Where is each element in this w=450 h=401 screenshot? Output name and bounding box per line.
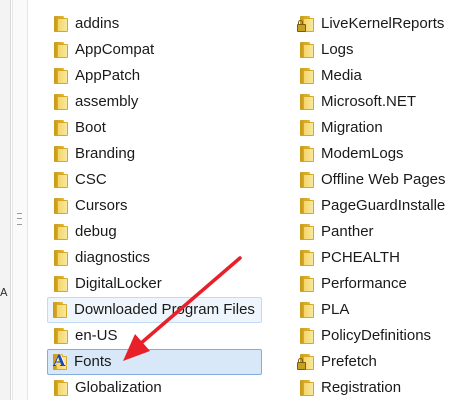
folder-name: Downloaded Program Files — [74, 301, 255, 318]
folder-icon — [54, 328, 68, 344]
folder-item-csc[interactable]: CSC — [48, 167, 262, 193]
folder-item-en-us[interactable]: en-US — [48, 323, 262, 349]
folder-icon — [300, 276, 314, 292]
fonts-folder-icon: A — [53, 351, 67, 370]
folder-icon — [300, 302, 314, 318]
folder-item-digitallocker[interactable]: DigitalLocker — [48, 271, 262, 297]
folder-item-performance[interactable]: Performance — [294, 271, 450, 297]
folder-name: debug — [75, 223, 117, 240]
folder-icon — [54, 42, 68, 58]
folder-icon — [54, 16, 68, 32]
folder-name: en-US — [75, 327, 118, 344]
folder-item-modemlogs[interactable]: ModemLogs — [294, 141, 450, 167]
folder-name: addins — [75, 15, 120, 32]
folder-icon — [54, 276, 68, 292]
navigation-pane[interactable]: A — [0, 0, 11, 400]
folder-item-diagnostics[interactable]: diagnostics — [48, 245, 262, 271]
folder-item-registration[interactable]: Registration — [294, 375, 450, 401]
folder-item-pla[interactable]: PLA — [294, 297, 450, 323]
folder-icon — [300, 120, 314, 136]
folder-icon — [300, 250, 314, 266]
folder-item-globalization[interactable]: Globalization — [48, 375, 262, 401]
folder-item-media[interactable]: Media — [294, 63, 450, 89]
folder-name: Performance — [321, 275, 407, 292]
folder-name: PageGuardInstalle — [321, 197, 446, 214]
folder-item-debug[interactable]: debug — [48, 219, 262, 245]
folder-item-migration[interactable]: Migration — [294, 115, 450, 141]
folder-item-offline-web-pages[interactable]: Offline Web Pages — [294, 167, 450, 193]
folder-name: CSC — [75, 171, 107, 188]
folder-name: diagnostics — [75, 249, 151, 266]
folder-item-fonts[interactable]: A Fonts — [47, 349, 262, 375]
folder-icon — [300, 172, 314, 188]
folder-item-panther[interactable]: Panther — [294, 219, 450, 245]
folder-item-assembly[interactable]: assembly — [48, 89, 262, 115]
folder-icon — [300, 224, 314, 240]
folder-item-appcompat[interactable]: AppCompat — [48, 37, 262, 63]
folder-item-microsoft-net[interactable]: Microsoft.NET — [294, 89, 450, 115]
folder-icon — [54, 68, 68, 84]
folder-name: Media — [321, 67, 362, 84]
folder-name: Globalization — [75, 379, 162, 396]
folder-name: PCHEALTH — [321, 249, 400, 266]
folder-name: LiveKernelReports — [321, 15, 445, 32]
folder-item-boot[interactable]: Boot — [48, 115, 262, 141]
folder-item-pchealth[interactable]: PCHEALTH — [294, 245, 450, 271]
folder-name: Offline Web Pages — [321, 171, 446, 188]
folder-name: Branding — [75, 145, 136, 162]
folder-name: Registration — [321, 379, 402, 396]
folder-icon — [54, 94, 68, 110]
folder-icon — [54, 224, 68, 240]
folder-item-pageguardinstalle[interactable]: PageGuardInstalle — [294, 193, 450, 219]
folder-name: Fonts — [74, 353, 112, 370]
folder-name: Panther — [321, 223, 374, 240]
nav-pane-glyph: A — [0, 286, 8, 299]
folder-name: assembly — [75, 93, 139, 110]
folder-item-logs[interactable]: Logs — [294, 37, 450, 63]
folder-item-livekernelreports[interactable]: LiveKernelReports — [294, 11, 450, 37]
folder-icon — [300, 68, 314, 84]
folder-icon — [300, 42, 314, 58]
folder-icon — [300, 146, 314, 162]
folder-name: AppPatch — [75, 67, 141, 84]
folder-item-downloaded-program-files[interactable]: Downloaded Program Files — [47, 297, 262, 323]
folder-name: Logs — [321, 41, 354, 58]
folder-name: Cursors — [75, 197, 128, 214]
folder-item-branding[interactable]: Branding — [48, 141, 262, 167]
folder-list-column-right: LiveKernelReports Logs Media Microsoft.NET M… — [294, 11, 450, 401]
folder-name: PLA — [321, 301, 350, 318]
folder-name: DigitalLocker — [75, 275, 162, 292]
folder-icon — [54, 172, 68, 188]
splitter-grip-icon — [17, 213, 22, 225]
locked-folder-icon — [297, 354, 314, 370]
folder-icon — [300, 198, 314, 214]
folder-icon — [54, 198, 68, 214]
locked-folder-icon — [297, 16, 314, 32]
folder-item-addins[interactable]: addins — [48, 11, 262, 37]
folder-name: Prefetch — [321, 353, 377, 370]
folder-name: AppCompat — [75, 41, 155, 58]
folder-icon — [300, 94, 314, 110]
folder-item-prefetch[interactable]: Prefetch — [294, 349, 450, 375]
folder-name: Boot — [75, 119, 106, 136]
folder-icon — [300, 328, 314, 344]
folder-icon — [54, 250, 68, 266]
folder-item-apppatch[interactable]: AppPatch — [48, 63, 262, 89]
folder-item-cursors[interactable]: Cursors — [48, 193, 262, 219]
folder-icon — [54, 380, 68, 396]
folder-icon — [54, 146, 68, 162]
folder-name: PolicyDefinitions — [321, 327, 432, 344]
folder-list-column-left: addins AppCompat AppPatch assembly Boot Brand… — [47, 11, 262, 401]
folder-item-policydefinitions[interactable]: PolicyDefinitions — [294, 323, 450, 349]
folder-icon — [300, 380, 314, 396]
folder-name: ModemLogs — [321, 145, 404, 162]
folder-name: Migration — [321, 119, 383, 136]
folder-icon — [54, 120, 68, 136]
folder-name: Microsoft.NET — [321, 93, 417, 110]
pane-splitter[interactable] — [12, 0, 28, 400]
folder-icon — [53, 302, 67, 318]
